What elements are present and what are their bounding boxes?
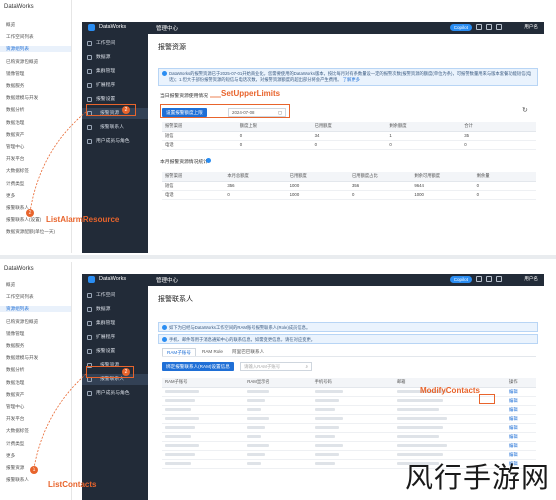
screenshot-alarm-contacts: DataWorks 概览 工作空间列表 资源组列表 已购资源包概览 镜像管理 数据服务 数据… bbox=[0, 262, 556, 500]
screenshot-alarm-resource: DataWorks 概览 工作空间列表 资源组列表 已购资源包概览 镜像管理 数据服务 数据… bbox=[0, 0, 556, 253]
screenshot-divider bbox=[0, 255, 556, 259]
watermark-logo: 风行手游网 bbox=[404, 461, 550, 494]
callout-lines bbox=[29, 96, 221, 213]
